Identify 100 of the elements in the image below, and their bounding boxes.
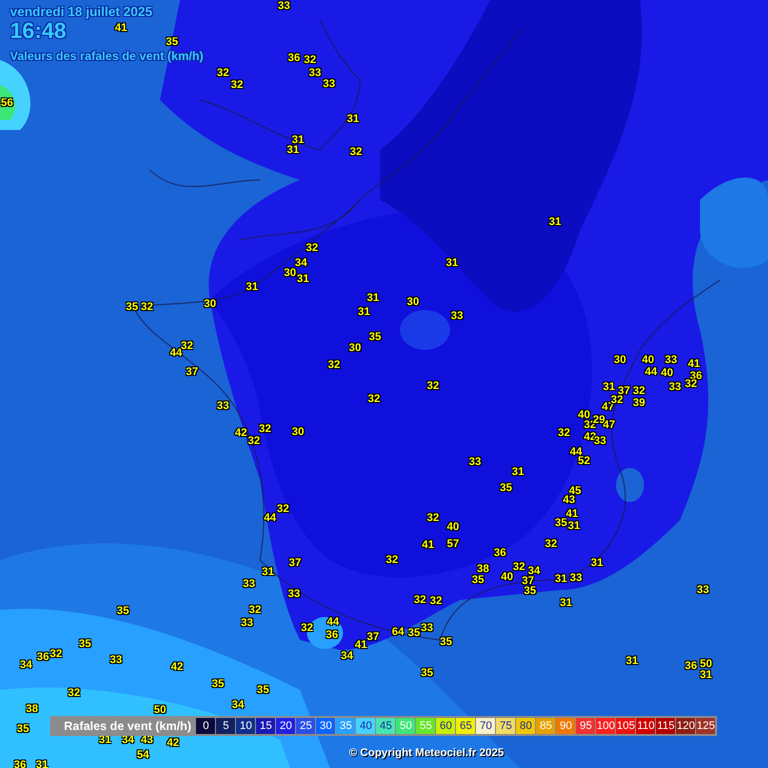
gust-value: 35 [440,636,452,648]
gust-value: 35 [554,517,568,529]
gust-value: 31 [262,566,274,578]
gust-value: 57 [446,538,460,550]
gust-value: 40 [660,367,674,379]
gust-value: 31 [512,466,524,478]
gust-value: 34 [232,699,244,711]
legend-swatch: 105 [616,718,636,734]
gust-value: 32 [368,393,380,405]
legend-swatch: 70 [476,718,496,734]
gust-value: 32 [350,146,362,158]
gust-value: 31 [700,669,712,681]
gust-value: 41 [688,358,700,370]
gust-value: 32 [248,435,260,447]
gust-value: 36 [288,52,300,64]
gust-value: 31 [560,597,572,609]
gust-value: 35 [500,482,512,494]
gust-value: 34 [340,650,354,662]
gust-value: 35 [212,678,224,690]
gust-value: 31 [292,134,304,146]
gust-value: 32 [140,301,154,313]
gust-value: 32 [386,554,398,566]
legend-swatch: 60 [436,718,456,734]
gust-value: 32 [306,242,318,254]
legend-swatch: 125 [696,718,716,734]
legend-swatch: 110 [636,718,656,734]
gust-value: 54 [136,749,150,761]
gust-value: 37 [288,557,302,569]
legend-swatch: 90 [556,718,576,734]
gust-value: 56 [0,97,14,109]
gust-value: 50 [154,704,166,716]
gust-value: 30 [406,296,420,308]
legend-title: Rafales de vent (km/h) [64,718,192,734]
gust-value: 32 [216,67,230,79]
gust-value: 38 [26,703,38,715]
gust-value: 38 [476,563,490,575]
legend-swatch: 65 [456,718,476,734]
gust-value: 33 [242,578,256,590]
gust-value: 35 [166,36,178,48]
gust-value: 35 [472,574,484,586]
legend-swatch: 40 [356,718,376,734]
legend-swatch: 25 [296,718,316,734]
gust-value: 44 [326,616,340,628]
gust-value: 33 [450,310,464,322]
map-title: Valeurs des rafales de vent (km/h) [10,49,204,64]
gust-value: 32 [414,594,426,606]
gust-value: 32 [248,604,262,616]
gust-value: 33 [668,381,682,393]
gust-value: 37 [366,631,380,643]
gust-value: 31 [554,573,568,585]
legend-swatch: 120 [676,718,696,734]
time-text: 16:48 [10,19,66,43]
gust-value: 32 [276,503,290,515]
legend-swatch: 95 [576,718,596,734]
copyright-text: © Copyright Meteociel.fr 2025 [349,746,504,761]
legend-swatch: 80 [516,718,536,734]
legend-swatch: 85 [536,718,556,734]
gust-value: 42 [234,427,248,439]
legend-swatch: 20 [276,718,296,734]
gust-value: 32 [230,79,244,91]
gust-value: 35 [116,605,130,617]
gust-value: 41 [354,639,368,651]
gust-value: 32 [426,512,440,524]
gust-value: 42 [170,661,184,673]
gust-value: 32 [512,561,526,573]
gust-value: 33 [240,617,254,629]
gust-value: 32 [558,427,570,439]
date-text: vendredi 18 juillet 2025 [10,4,152,19]
legend-swatch: 45 [376,718,396,734]
gust-value: 32 [328,359,340,371]
gust-value: 31 [626,655,638,667]
gust-value: 31 [358,306,370,318]
gust-value: 33 [278,0,290,12]
gust-value: 33 [308,67,322,79]
gust-value: 30 [348,342,362,354]
gust-value: 31 [36,759,48,768]
gust-value: 37 [186,366,198,378]
legend-swatch: 115 [656,718,676,734]
gust-value: 35 [408,627,420,639]
gust-value: 34 [294,257,308,269]
gust-value: 36 [494,547,506,559]
gust-value: 41 [422,539,434,551]
gust-value: 41 [114,22,128,34]
gust-value: 35 [368,331,382,343]
gust-value: 52 [578,455,590,467]
gust-value: 40 [446,521,460,533]
gust-value: 40 [642,354,654,366]
gust-value: 36 [684,660,698,672]
gust-value: 32 [544,538,558,550]
gust-value: 34 [528,565,540,577]
gust-value: 31 [366,292,380,304]
legend-swatch: 50 [396,718,416,734]
gust-value: 33 [110,654,122,666]
gust-value: 35 [420,667,434,679]
gust-value: 32 [632,385,646,397]
gust-value: 50 [700,658,712,670]
gust-value: 31 [296,273,310,285]
gust-value: 31 [548,216,562,228]
gust-value: 31 [590,557,604,569]
legend-swatch: 35 [336,718,356,734]
